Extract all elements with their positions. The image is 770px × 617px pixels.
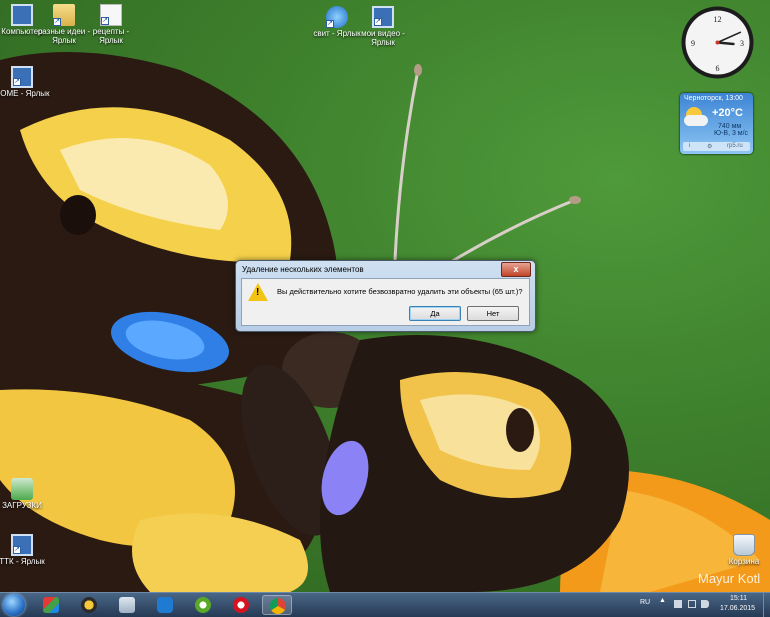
close-button[interactable]: x [501,262,531,277]
desktop-icon-videos[interactable]: ↗ мои видео - Ярлык [355,6,411,47]
recycle-bin-icon [733,534,755,556]
action-center-flag-icon[interactable] [674,600,682,608]
computer-shortcut-icon: ↗ [11,66,33,88]
taskbar-app-chrome[interactable] [262,595,292,615]
taskbar: RU ▲ 15:11 17.06.2015 [0,592,770,617]
weather-gadget[interactable]: Черноторск, 13:00 +20°C 740 мм Ю-В, 3 м/… [680,93,753,154]
utorrent-icon [195,597,211,613]
clock-numeral-6: 6 [716,64,720,73]
settings-icon[interactable]: ⚙ [707,143,712,150]
volume-icon[interactable] [701,600,709,608]
downloads-icon [11,478,33,500]
dialog-body: ! Вы действительно хотите безвозвратно у… [241,278,530,326]
show-desktop-button[interactable] [763,593,770,617]
taskbar-app-calculator[interactable] [112,595,142,615]
desktop: Компьютер ↗ разные идеи - Ярлык ↗ рецепт… [0,0,770,592]
desktop-icon-home[interactable]: ↗ HOME - Ярлык [0,66,50,98]
info-icon[interactable]: i [689,143,690,149]
weather-city-time: Черноторск, 13:00 [684,95,743,102]
desktop-icon-ttk[interactable]: ↗ ТТК - Ярлык [0,534,50,566]
taskbar-clock-time[interactable]: 15:11 [730,595,747,602]
calculator-icon [119,597,135,613]
dialog-title: Удаление нескольких элементов [242,265,364,274]
icon-label: рецепты - Ярлык [92,27,130,45]
clock-numeral-9: 9 [691,39,695,48]
chrome-icon [270,598,286,614]
icon-label: Корзина [728,557,760,566]
globe-shortcut-icon: ↗ [326,6,348,28]
network-shortcut-icon: ↗ [11,534,33,556]
monitor-shortcut-icon: ↗ [372,6,394,28]
clock-gadget[interactable]: 12 3 6 9 [680,5,755,80]
warning-icon: ! [248,283,268,301]
weather-wind: Ю-В, 3 м/с [714,130,749,137]
taskbar-clock-date[interactable]: 17.06.2015 [720,605,755,612]
dialog-message: Вы действительно хотите безвозвратно уда… [277,287,523,296]
desktop-icon-recycle-bin[interactable]: Корзина [716,534,770,566]
taskbar-app-opera[interactable] [226,595,256,615]
yes-button[interactable]: Да [409,306,461,321]
desktop-icon-downloads[interactable]: ЗАГРУЗКИ [0,478,50,510]
opera-icon [233,597,249,613]
document-shortcut-icon: ↗ [100,4,122,26]
show-hidden-icons[interactable]: ▲ [659,597,666,604]
no-button[interactable]: Нет [467,306,519,321]
taskbar-app-x[interactable] [36,595,66,615]
aimp-icon [81,597,97,613]
start-button[interactable] [3,594,25,616]
language-indicator[interactable]: RU [640,599,650,606]
icon-label: мои видео - Ярлык [361,29,405,47]
clock-numeral-3: 3 [740,39,744,48]
taskbar-app-utorrent[interactable] [188,595,218,615]
computer-icon [11,4,33,26]
network-icon[interactable] [688,600,696,608]
clock-numeral-12: 12 [714,15,722,24]
x-app-icon [43,597,59,613]
desktop-icon-recipes[interactable]: ↗ рецепты - Ярлык [83,4,139,45]
delete-confirm-dialog: Удаление нескольких элементов x ! Вы дей… [235,260,536,332]
folder-shortcut-icon: ↗ [53,4,75,26]
taskbar-app-maxthon[interactable] [150,595,180,615]
weather-site-link[interactable]: rp5.ru [727,143,743,149]
maxthon-icon [157,597,173,613]
clock-hour-hand [716,41,735,46]
icon-label: ЗАГРУЗКИ [2,501,42,510]
icon-label: HOME - Ярлык [0,89,50,98]
weather-footer: i ⚙ rp5.ru [683,142,750,151]
weather-pressure: 740 мм [718,123,742,130]
icon-label: ТТК - Ярлык [0,557,45,566]
weather-temperature: +20°C [712,107,744,119]
watermark-text: Mayur Kotl [698,571,761,586]
cloud-icon [684,115,708,126]
taskbar-app-aimp[interactable] [74,595,104,615]
